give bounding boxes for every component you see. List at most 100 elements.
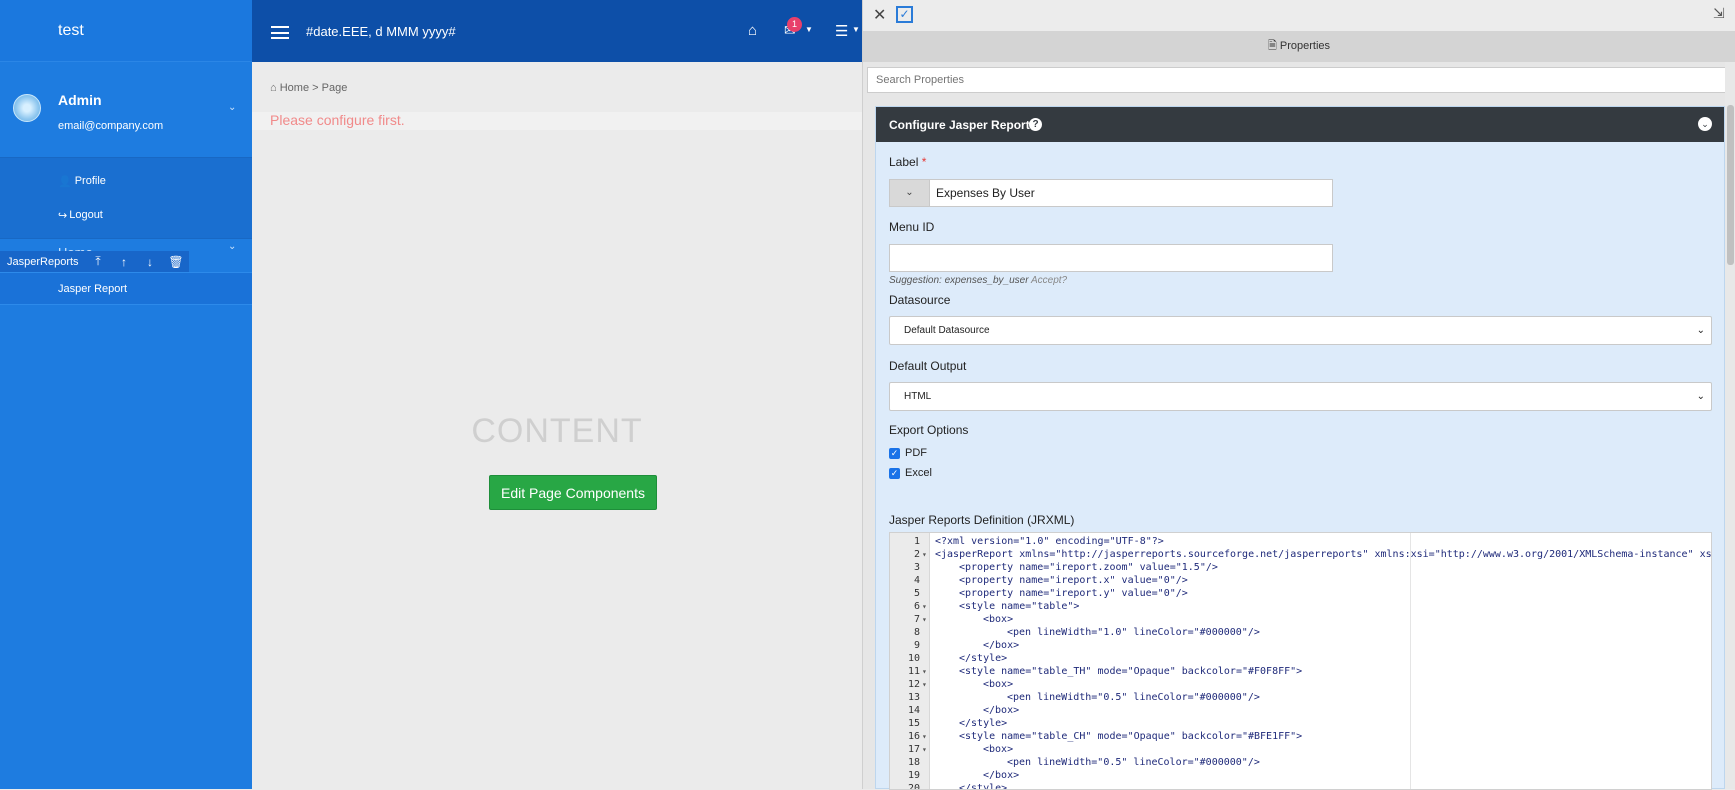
- code-line: 11 ▾ <style name="table_TH" mode="Opaque" …: [890, 665, 1711, 678]
- label-field-label: Label *: [889, 155, 926, 169]
- caret-down-icon[interactable]: ▼: [805, 25, 813, 34]
- code-line: 18 <pen lineWidth="0.5" lineColor="#00000…: [890, 756, 1711, 769]
- hamburger-menu-icon[interactable]: [271, 26, 289, 39]
- fold-toggle-icon[interactable]: ▾: [922, 548, 927, 561]
- menu-item-toolbar: JasperReports ⤒ ↑ ↓ 🗑: [0, 251, 189, 272]
- menu-id-suggestion: Suggestion: expenses_by_user Accept?: [889, 275, 1067, 286]
- home-icon: ⌂: [270, 82, 277, 94]
- move-up-icon[interactable]: ↑: [111, 255, 137, 269]
- fold-toggle-icon[interactable]: ▾: [922, 743, 927, 756]
- scrollbar-thumb[interactable]: [1727, 105, 1734, 265]
- code-line: 12 ▾ <box>: [890, 678, 1711, 691]
- menu-id-input[interactable]: [889, 244, 1333, 272]
- code-line: 6 ▾ <style name="table">: [890, 600, 1711, 613]
- caret-down-icon[interactable]: ▼: [852, 25, 860, 34]
- datasource-select[interactable]: Default Datasource ⌄: [889, 316, 1712, 345]
- search-properties-input[interactable]: [867, 67, 1730, 93]
- profile-label: Profile: [74, 175, 106, 187]
- code-line: 13 <pen lineWidth="0.5" lineColor="#00000…: [890, 691, 1711, 704]
- label-input[interactable]: Expenses By User: [930, 180, 1332, 206]
- configure-message: Please configure first.: [252, 112, 862, 130]
- home-icon[interactable]: ⌂: [748, 22, 757, 39]
- excel-checkbox[interactable]: ✓: [889, 467, 900, 479]
- section-header[interactable]: Configure Jasper Reports ? ⌄: [876, 107, 1724, 142]
- datasource-value: Default Datasource: [904, 325, 990, 336]
- code-text: <pen lineWidth="1.0" lineColor="#000000"…: [1007, 627, 1260, 638]
- check-icon[interactable]: ✓: [896, 6, 913, 23]
- code-line: 15 </style>: [890, 717, 1711, 730]
- fold-toggle-icon[interactable]: ▾: [922, 600, 927, 613]
- code-text: <pen lineWidth="0.5" lineColor="#000000"…: [1007, 692, 1260, 703]
- sidebar: test Admin email@company.com ⌄ 👤 Profile…: [0, 0, 252, 789]
- datasource-label: Datasource: [889, 293, 951, 307]
- panel-title: Properties: [1279, 40, 1331, 52]
- fold-toggle-icon[interactable]: ▾: [922, 613, 927, 626]
- line-number: 8: [913, 627, 920, 638]
- file-icon: 🗎: [1267, 40, 1277, 52]
- export-options-label: Export Options: [889, 423, 969, 437]
- code-line: 10 </style>: [890, 652, 1711, 665]
- line-number: 17: [907, 744, 920, 755]
- user-panel[interactable]: Admin email@company.com ⌄: [0, 62, 252, 158]
- edit-page-components-button[interactable]: Edit Page Components: [489, 475, 657, 510]
- code-text: <box>: [983, 744, 1014, 755]
- code-line: 8 <pen lineWidth="1.0" lineColor="#000000…: [890, 626, 1711, 639]
- top-bar: #date.EEE, d MMM yyyy# ⌂ ✉ 1 ▼ ☰ ▼: [252, 0, 862, 62]
- fold-toggle-icon[interactable]: ▾: [922, 730, 927, 743]
- chevron-down-icon[interactable]: ⌄: [1698, 117, 1712, 131]
- code-text: <?xml version="1.0" encoding="UTF-8"?>: [935, 536, 1164, 547]
- list-menu-icon[interactable]: ☰: [835, 22, 848, 40]
- code-line: 19 </box>: [890, 769, 1711, 782]
- pdf-label: PDF: [905, 447, 927, 459]
- breadcrumb-home[interactable]: Home: [280, 82, 309, 94]
- icon-picker-dropdown[interactable]: ⌄: [890, 180, 930, 206]
- trash-icon[interactable]: 🗑: [163, 255, 189, 269]
- default-output-select[interactable]: HTML ⌄: [889, 382, 1712, 411]
- code-text: <box>: [983, 614, 1014, 625]
- fold-toggle-icon[interactable]: ▾: [922, 665, 927, 678]
- code-line: 4 <property name="ireport.x" value="0"/>: [890, 574, 1711, 587]
- sidebar-item-jasper-report[interactable]: Jasper Report: [0, 272, 252, 305]
- panel-title-bar: 🗎 Properties: [863, 31, 1735, 62]
- code-text: <style name="table_TH" mode="Opaque" bac…: [959, 666, 1303, 677]
- line-number: 11: [907, 666, 920, 677]
- code-text: <property name="ireport.y" value="0"/>: [959, 588, 1188, 599]
- code-text: </style>: [959, 653, 1008, 664]
- close-icon[interactable]: ✕: [873, 5, 886, 25]
- excel-label: Excel: [905, 467, 932, 479]
- chevron-down-icon[interactable]: ⌄: [228, 102, 236, 113]
- line-number: 18: [907, 757, 920, 768]
- line-number: 15: [907, 718, 920, 729]
- panel-toolbar: ✕ ✓ ⇲: [863, 0, 1735, 31]
- profile-link[interactable]: 👤 Profile: [0, 164, 252, 198]
- jrxml-code-editor[interactable]: 1 <?xml version="1.0" encoding="UTF-8"?> 2…: [889, 532, 1712, 790]
- code-text: <style name="table">: [959, 601, 1080, 612]
- logout-link[interactable]: ↪ Logout: [0, 198, 252, 232]
- export-pdf-option[interactable]: ✓ PDF: [889, 447, 927, 459]
- suggestion-text: Suggestion: expenses_by_user: [889, 275, 1029, 286]
- line-number: 6: [913, 601, 920, 612]
- brand-name[interactable]: test: [0, 0, 252, 62]
- user-email: email@company.com: [58, 120, 164, 132]
- help-icon[interactable]: ?: [1029, 118, 1042, 131]
- line-number: 12: [907, 679, 920, 690]
- line-number: 10: [907, 653, 920, 664]
- content-placeholder: CONTENT: [471, 412, 643, 450]
- jrxml-label: Jasper Reports Definition (JRXML): [889, 513, 1075, 527]
- compress-icon[interactable]: ⇲: [1713, 5, 1725, 22]
- line-number: 5: [913, 588, 920, 599]
- line-number: 19: [907, 770, 920, 781]
- line-number: 2: [913, 549, 920, 560]
- fold-toggle-icon[interactable]: ▾: [922, 678, 927, 691]
- export-excel-option[interactable]: ✓ Excel: [889, 467, 932, 479]
- move-to-top-icon[interactable]: ⤒: [85, 254, 111, 269]
- breadcrumb: ⌂ Home > Page: [270, 82, 347, 94]
- default-output-value: HTML: [904, 391, 932, 402]
- sign-out-icon: ↪: [58, 209, 68, 222]
- pdf-checkbox[interactable]: ✓: [889, 447, 900, 459]
- code-text: </style>: [959, 718, 1008, 729]
- move-down-icon[interactable]: ↓: [137, 255, 163, 269]
- chevron-down-icon: ⌄: [228, 241, 237, 252]
- date-display: #date.EEE, d MMM yyyy#: [306, 24, 456, 39]
- accept-suggestion-link[interactable]: Accept?: [1031, 275, 1067, 286]
